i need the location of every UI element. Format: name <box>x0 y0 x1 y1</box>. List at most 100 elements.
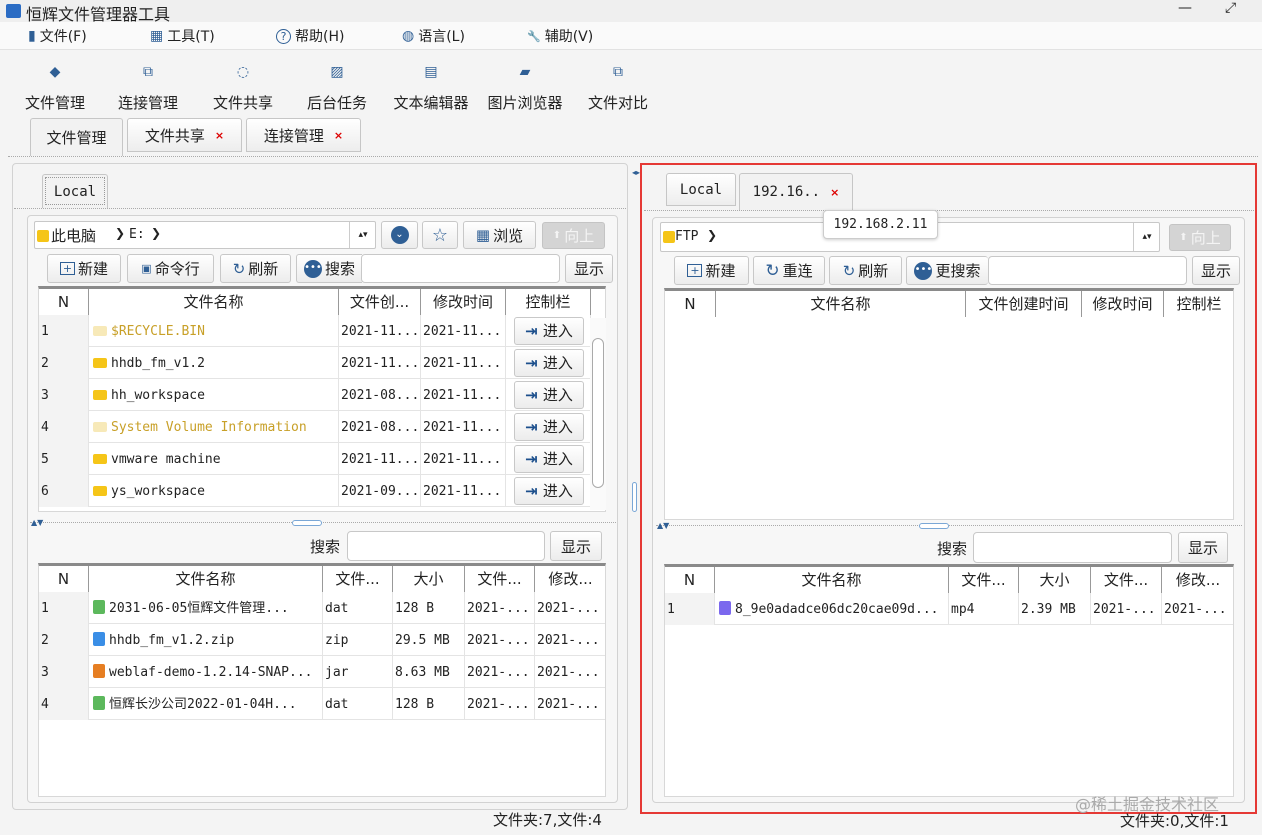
right-tab-local[interactable]: Local <box>666 173 736 206</box>
toolbar-text-editor-button[interactable]: ▤ 文本编辑器 <box>391 64 471 113</box>
search-button[interactable]: ••• 更搜索 <box>906 256 988 285</box>
column-header[interactable]: N <box>665 291 716 317</box>
up-button[interactable]: ⬆ 向上 <box>1169 224 1231 251</box>
scrollbar-thumb[interactable] <box>592 338 604 488</box>
column-header[interactable]: 文件名称 <box>89 289 339 315</box>
column-header[interactable]: N <box>665 567 715 593</box>
column-header[interactable]: 文件名称 <box>716 291 966 317</box>
column-header[interactable]: 修改... <box>1162 567 1233 593</box>
left-path-combo[interactable]: 此电脑 ❯ E: ❯ ▴▾ <box>34 221 376 249</box>
column-header[interactable]: 修改时间 <box>421 289 506 315</box>
column-header[interactable]: 修改时间 <box>1082 291 1164 317</box>
column-header[interactable]: 控制栏 <box>1164 291 1233 317</box>
toolbar-layers-button[interactable]: ◆ 文件管理 <box>15 64 95 113</box>
splitter[interactable] <box>30 522 616 523</box>
spinner-icon[interactable]: ▴▾ <box>1133 223 1160 251</box>
close-icon[interactable]: × <box>334 129 343 142</box>
table-row[interactable]: 4 恒辉长沙公司2022-01-04H... dat 128 B 2021-... 202… <box>39 688 605 720</box>
collapse-arrows-icon[interactable]: ▲▼ <box>657 521 669 530</box>
vertical-splitter-handle[interactable] <box>632 482 637 512</box>
table-row[interactable]: 1 2031-06-05恒辉文件管理... dat 128 B 2021-... 2021… <box>39 592 605 624</box>
file-search-input[interactable] <box>347 531 545 561</box>
history-dropdown-button[interactable]: ⌄ <box>381 221 418 249</box>
splitter-handle[interactable] <box>292 520 322 526</box>
table-row[interactable]: 3 weblaf-demo-1.2.14-SNAP... jar 8.63 MB 202… <box>39 656 605 688</box>
show-button[interactable]: 显示 <box>1192 256 1240 285</box>
enter-button[interactable]: ⇥ 进入 <box>514 317 584 345</box>
close-icon[interactable]: × <box>830 186 839 199</box>
toolbar-image-button[interactable]: ▰ 图片浏览器 <box>485 64 565 113</box>
cell-type: jar <box>323 656 393 688</box>
path-segment-drive[interactable]: E: <box>129 227 145 242</box>
collapse-arrows-icon[interactable]: ▲▼ <box>31 518 43 527</box>
toolbar-chart-button[interactable]: ▨ 后台任务 <box>297 64 377 113</box>
enter-button[interactable]: ⇥ 进入 <box>514 381 584 409</box>
table-row[interactable]: 4 System Volume Information 2021-08... 2021… <box>39 411 605 443</box>
search-input[interactable] <box>361 254 560 283</box>
enter-button[interactable]: ⇥ 进入 <box>514 445 584 473</box>
column-header[interactable]: 文件创建时间 <box>966 291 1082 317</box>
toolbar-code-window-button[interactable]: ⧉ 连接管理 <box>108 64 188 113</box>
path-segment-this-pc[interactable]: 此电脑 <box>51 225 96 246</box>
table-row[interactable]: 1 8_9e0adadce06dc20cae09d... mp4 2.39 MB 202… <box>665 593 1233 625</box>
doc-tab-file-manager[interactable]: 文件管理 <box>30 118 123 156</box>
menu-assist[interactable]: 🔧 辅助(V) <box>527 26 593 46</box>
menu-language[interactable]: ◍ 语言(L) <box>402 26 465 46</box>
maximize-button[interactable]: ⤢ <box>1225 0 1236 16</box>
column-header[interactable]: 文件... <box>323 566 393 592</box>
minimize-button[interactable]: — <box>1178 0 1192 16</box>
collapse-arrows-icon[interactable]: ◂▸ <box>632 168 640 177</box>
menu-tools[interactable]: ▦ 工具(T) <box>150 26 215 46</box>
column-header[interactable]: 大小 <box>393 566 465 592</box>
scrollbar[interactable] <box>590 318 606 510</box>
table-row[interactable]: 1 $RECYCLE.BIN 2021-11... 2021-11... ⇥ 进入 <box>39 315 605 347</box>
file-show-button[interactable]: 显示 <box>550 531 602 561</box>
new-button[interactable]: + 新建 <box>674 256 749 285</box>
enter-button[interactable]: ⇥ 进入 <box>514 477 584 505</box>
show-button[interactable]: 显示 <box>565 254 613 283</box>
new-button[interactable]: + 新建 <box>47 254 121 283</box>
toolbar-compare-button[interactable]: ⧉ 文件对比 <box>578 64 658 113</box>
browse-button[interactable]: ▦ 浏览 <box>463 221 536 249</box>
column-header[interactable]: 文件... <box>465 566 535 592</box>
table-row[interactable]: 2 hhdb_fm_v1.2 2021-11... 2021-11... ⇥ 进入 <box>39 347 605 379</box>
splitter[interactable] <box>656 525 1242 526</box>
enter-button[interactable]: ⇥ 进入 <box>514 349 584 377</box>
up-button[interactable]: ⬆ 向上 <box>542 222 605 249</box>
close-icon[interactable]: × <box>215 129 224 142</box>
right-tab-ftp[interactable]: 192.16.. × <box>739 173 853 210</box>
column-header[interactable]: 文件... <box>949 567 1019 593</box>
enter-button[interactable]: ⇥ 进入 <box>514 413 584 441</box>
table-row[interactable]: 6 ys_workspace 2021-09... 2021-11... ⇥ 进入 <box>39 475 605 507</box>
column-header[interactable]: 大小 <box>1019 567 1091 593</box>
table-row[interactable]: 5 vmware machine 2021-11... 2021-11... ⇥ 进入 <box>39 443 605 475</box>
splitter-handle[interactable] <box>919 523 949 529</box>
menu-help[interactable]: ? 帮助(H) <box>276 26 344 46</box>
table-row[interactable]: 2 hhdb_fm_v1.2.zip zip 29.5 MB 2021-... 2021-… <box>39 624 605 656</box>
reconnect-button[interactable]: ↻ 重连 <box>753 256 825 285</box>
path-segment-ftp[interactable]: FTP <box>675 229 698 244</box>
doc-tab-connection-manager[interactable]: 连接管理 × <box>246 118 361 152</box>
column-header[interactable]: 文件创... <box>339 289 421 315</box>
toolbar-share-button[interactable]: ◌ 文件共享 <box>203 64 283 113</box>
command-line-button[interactable]: ▣ 命令行 <box>127 254 214 283</box>
column-header[interactable]: 修改... <box>535 566 605 592</box>
search-input[interactable] <box>988 256 1187 285</box>
file-search-input[interactable] <box>973 532 1172 563</box>
column-header[interactable]: 文件... <box>1091 567 1162 593</box>
table-row[interactable]: 3 hh_workspace 2021-08... 2021-11... ⇥ 进入 <box>39 379 605 411</box>
left-tab-local[interactable]: Local <box>42 174 108 208</box>
column-header[interactable]: N <box>39 289 89 315</box>
file-show-button[interactable]: 显示 <box>1178 532 1228 563</box>
doc-tab-file-share[interactable]: 文件共享 × <box>127 118 242 152</box>
refresh-button[interactable]: ↻ 刷新 <box>220 254 291 283</box>
refresh-button[interactable]: ↻ 刷新 <box>829 256 902 285</box>
favorite-button[interactable]: ☆ <box>422 221 458 249</box>
column-header[interactable]: 文件名称 <box>89 566 323 592</box>
spinner-icon[interactable]: ▴▾ <box>349 222 376 248</box>
menu-file[interactable]: ▮ 文件(F) <box>28 26 87 46</box>
column-header[interactable]: 控制栏 <box>506 289 591 315</box>
column-header[interactable]: 文件名称 <box>715 567 949 593</box>
search-button[interactable]: ••• 搜索 <box>296 254 362 283</box>
column-header[interactable]: N <box>39 566 89 592</box>
